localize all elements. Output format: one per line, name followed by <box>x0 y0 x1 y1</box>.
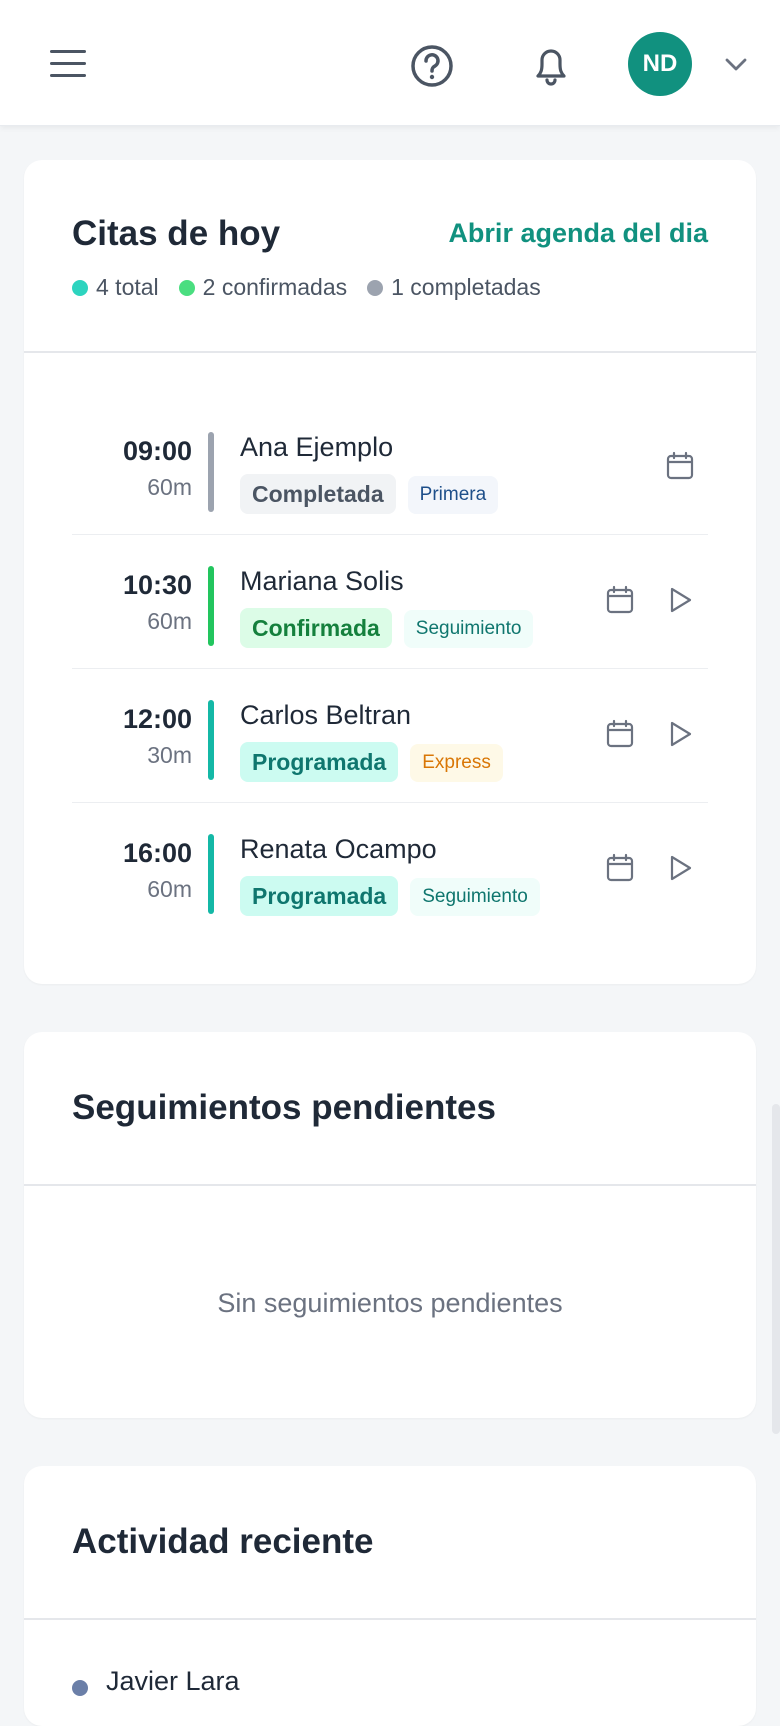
row-separator <box>72 534 708 535</box>
status-bar <box>208 700 214 780</box>
activity-dot <box>72 1680 88 1696</box>
top-bar: ND <box>0 0 780 126</box>
status-badge: Confirmada <box>240 608 392 648</box>
patient-name[interactable]: Renata Ocampo <box>240 834 437 865</box>
appointment-row[interactable]: 10:30 60m Mariana Solis Confirmada Seguimien… <box>72 552 708 686</box>
play-icon[interactable] <box>664 718 696 750</box>
patient-name[interactable]: Carlos Beltran <box>240 700 411 731</box>
appointment-time: 10:30 <box>122 570 192 600</box>
appointment-time: 09:00 <box>122 436 192 466</box>
appointment-duration: 60m <box>147 474 192 500</box>
activity-item-name[interactable]: Javier Lara <box>106 1666 240 1697</box>
appointment-duration: 60m <box>147 876 192 902</box>
followups-empty-message: Sin seguimientos pendientes <box>217 1288 563 1318</box>
appointment-chips: Confirmada Seguimiento <box>240 608 534 648</box>
recent-title: Actividad reciente <box>72 1522 374 1561</box>
row-separator <box>72 802 708 803</box>
divider <box>24 1618 756 1620</box>
divider <box>24 351 756 353</box>
help-icon[interactable] <box>408 42 456 90</box>
status-badge: Programada <box>240 876 399 916</box>
scrollbar[interactable] <box>772 1104 780 1434</box>
status-bar <box>208 432 214 512</box>
appointment-actions <box>604 718 696 750</box>
stat-dot <box>72 279 88 296</box>
calendar-icon[interactable] <box>604 584 636 616</box>
appointment-actions <box>664 450 696 482</box>
divider <box>24 1184 756 1186</box>
open-agenda-link[interactable]: Abrir agenda del dia <box>448 218 708 249</box>
type-badge: Express <box>410 744 503 782</box>
menu-icon[interactable] <box>44 44 92 84</box>
stat-completed: 1 completadas <box>367 274 541 301</box>
type-badge: Seguimiento <box>410 878 540 916</box>
chevron-down-icon[interactable] <box>722 52 750 76</box>
today-title: Citas de hoy <box>72 214 281 253</box>
play-icon[interactable] <box>664 584 696 616</box>
stat-total: 4 total <box>72 274 159 301</box>
calendar-icon[interactable] <box>664 450 696 482</box>
appointment-row[interactable]: 09:00 60m Ana Ejemplo Completada Primera <box>72 418 708 552</box>
calendar-icon[interactable] <box>604 852 636 884</box>
calendar-icon[interactable] <box>604 718 636 750</box>
patient-name[interactable]: Ana Ejemplo <box>240 432 393 463</box>
appointment-duration: 30m <box>147 742 192 768</box>
type-badge: Primera <box>407 476 499 514</box>
appointment-stats: 4 total 2 confirmadas 1 completadas <box>72 274 541 301</box>
appointment-actions <box>604 584 696 616</box>
status-badge: Completada <box>240 474 396 514</box>
avatar[interactable]: ND <box>628 32 692 96</box>
followups-title: Seguimientos pendientes <box>72 1088 496 1127</box>
patient-name[interactable]: Mariana Solis <box>240 566 404 597</box>
appointment-row[interactable]: 12:00 30m Carlos Beltran Programada Express <box>72 686 708 820</box>
stat-dot <box>367 279 384 296</box>
appointment-time: 12:00 <box>122 704 192 734</box>
appointment-time: 16:00 <box>122 838 192 868</box>
row-separator <box>72 668 708 669</box>
status-badge: Programada <box>240 742 399 782</box>
appointment-chips: Completada Primera <box>240 474 499 514</box>
play-icon[interactable] <box>664 852 696 884</box>
appointment-duration: 60m <box>147 608 192 634</box>
appointment-actions <box>604 852 696 884</box>
bell-icon[interactable] <box>526 40 576 90</box>
status-bar <box>208 834 214 914</box>
appointment-row[interactable]: 16:00 60m Renata Ocampo Programada Seguimien… <box>72 820 708 954</box>
stat-confirmed: 2 confirmadas <box>178 274 347 301</box>
status-bar <box>208 566 214 646</box>
appointment-chips: Programada Seguimiento <box>240 876 540 916</box>
appointment-chips: Programada Express <box>240 742 503 782</box>
type-badge: Seguimiento <box>403 610 534 648</box>
stat-dot <box>178 279 195 296</box>
